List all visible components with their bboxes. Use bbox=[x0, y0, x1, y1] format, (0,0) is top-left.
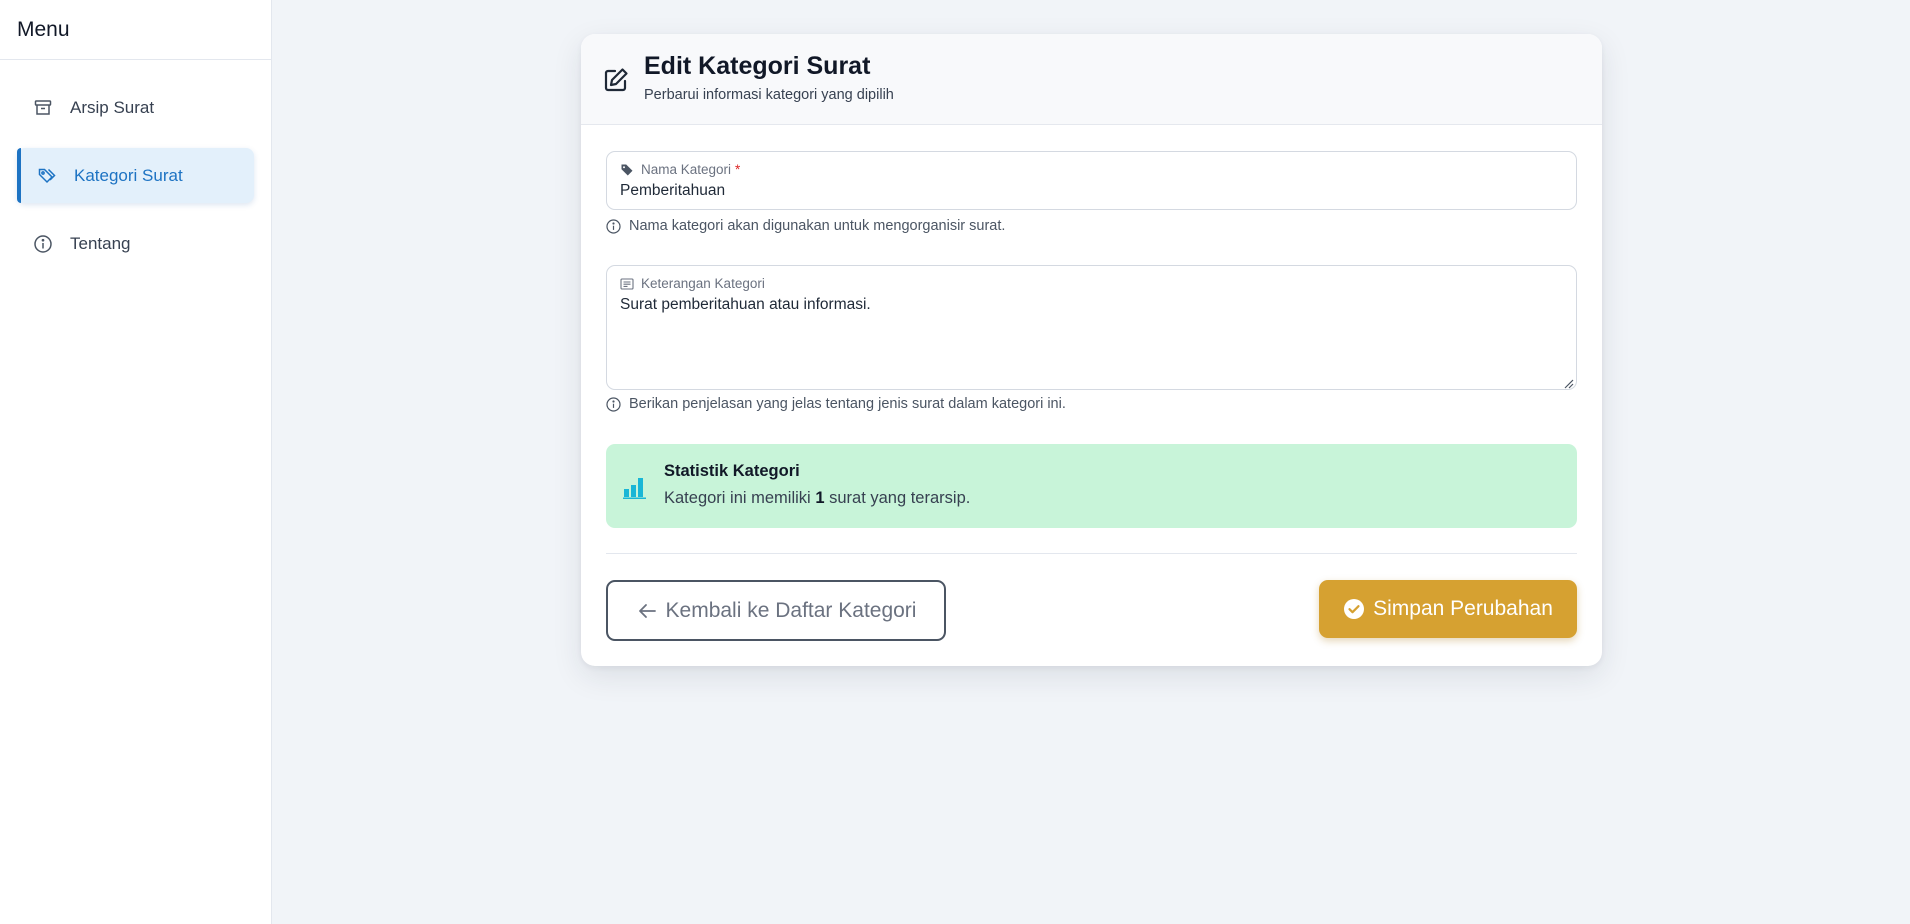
category-description-help-text: Berikan penjelasan yang jelas tentang je… bbox=[629, 396, 1066, 412]
sidebar-item-kategori-surat[interactable]: Kategori Surat bbox=[17, 148, 254, 203]
info-icon bbox=[33, 234, 53, 254]
stats-title: Statistik Kategori bbox=[664, 462, 800, 480]
stats-text: Kategori ini memiliki 1 surat yang terar… bbox=[664, 489, 970, 508]
category-name-help: Nama kategori akan digunakan untuk mengo… bbox=[606, 218, 1005, 234]
category-name-label-text: Nama Kategori bbox=[641, 162, 732, 177]
category-name-input[interactable] bbox=[620, 182, 1563, 200]
card-header: Edit Kategori Surat Perbarui informasi k… bbox=[581, 34, 1602, 125]
back-button-label: Kembali ke Daftar Kategori bbox=[665, 598, 917, 622]
sidebar-nav: Arsip Surat Kategori Surat Tentang bbox=[0, 60, 271, 271]
category-stats-panel: Statistik Kategori Kategori ini memiliki… bbox=[606, 444, 1577, 528]
sidebar-item-label: Arsip Surat bbox=[70, 97, 155, 117]
app: Menu Arsip Surat Kategori Surat Tentang … bbox=[0, 0, 1910, 924]
category-description-label-text: Keterangan Kategori bbox=[641, 276, 765, 291]
info-icon bbox=[606, 218, 621, 234]
tag-icon bbox=[37, 166, 57, 186]
archive-icon bbox=[33, 98, 53, 118]
check-circle-icon bbox=[1343, 598, 1365, 620]
required-mark: * bbox=[735, 162, 741, 177]
category-name-help-text: Nama kategori akan digunakan untuk mengo… bbox=[629, 218, 1006, 234]
category-description-textarea[interactable]: Surat pemberitahuan atau informasi. bbox=[620, 296, 1563, 379]
info-icon bbox=[606, 396, 621, 412]
tag-icon bbox=[620, 163, 634, 177]
resize-handle-icon[interactable] bbox=[1563, 376, 1574, 389]
page-subtitle: Perbarui informasi kategori yang dipilih bbox=[644, 87, 894, 103]
category-name-field[interactable]: Nama Kategori * bbox=[606, 151, 1577, 210]
sidebar-item-arsip-surat[interactable]: Arsip Surat bbox=[17, 80, 254, 135]
sidebar-item-label: Kategori Surat bbox=[74, 165, 183, 185]
bar-chart-icon bbox=[623, 474, 649, 500]
arrow-left-icon bbox=[636, 600, 658, 622]
save-changes-button[interactable]: Simpan Perubahan bbox=[1319, 580, 1577, 638]
back-to-list-button[interactable]: Kembali ke Daftar Kategori bbox=[606, 580, 946, 641]
page-title: Edit Kategori Surat bbox=[644, 52, 871, 80]
text-icon bbox=[620, 277, 634, 291]
category-description-label: Keterangan Kategori bbox=[620, 276, 765, 291]
sidebar-title: Menu bbox=[17, 17, 70, 41]
edit-category-card: Edit Kategori Surat Perbarui informasi k… bbox=[581, 34, 1602, 666]
category-name-label: Nama Kategori * bbox=[620, 162, 740, 177]
sidebar-header: Menu bbox=[0, 0, 271, 60]
divider bbox=[606, 553, 1577, 554]
sidebar: Menu Arsip Surat Kategori Surat Tentang bbox=[0, 0, 272, 924]
category-description-help: Berikan penjelasan yang jelas tentang je… bbox=[606, 396, 1066, 412]
save-button-label: Simpan Perubahan bbox=[1373, 597, 1553, 620]
stats-text-before: Kategori ini memiliki bbox=[664, 489, 811, 507]
edit-icon bbox=[602, 66, 630, 94]
stats-text-after: surat yang terarsip. bbox=[829, 489, 971, 507]
sidebar-item-tentang[interactable]: Tentang bbox=[17, 216, 254, 271]
category-description-field[interactable]: Keterangan Kategori Surat pemberitahuan … bbox=[606, 265, 1577, 390]
stats-count: 1 bbox=[815, 489, 825, 507]
sidebar-item-label: Tentang bbox=[70, 233, 131, 253]
